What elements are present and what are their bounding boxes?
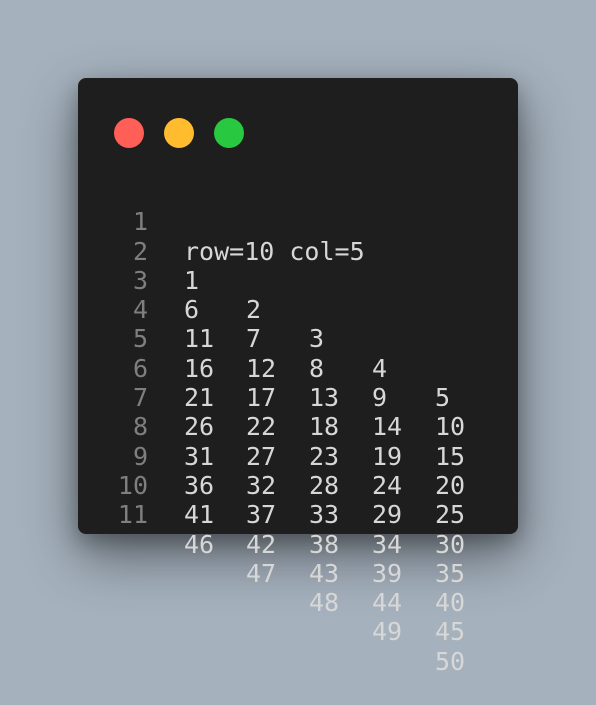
table-cell: 34 — [372, 529, 403, 559]
table-cell: 37 — [246, 500, 277, 530]
table-cell: 42 — [246, 529, 277, 559]
code-window: 1 row=10 col=5 2 1 2 3 4 5 3 6 7 8 9 10 … — [78, 78, 518, 676]
minimize-button[interactable] — [164, 118, 194, 148]
code-line: 6 21 22 23 24 25 — [78, 324, 518, 529]
code-line: 2 1 2 3 4 5 — [78, 207, 518, 412]
table-cell: 45 — [435, 617, 466, 647]
line-number: 11 — [117, 500, 148, 530]
table-cell: 25 — [435, 500, 466, 530]
code-line: 3 6 7 8 9 10 — [78, 237, 518, 441]
close-button[interactable] — [114, 118, 144, 148]
code-line: 5 16 17 18 19 20 — [78, 295, 518, 499]
table-cell: 41 — [184, 500, 215, 530]
code-line: 10 41 42 43 44 45 — [78, 442, 518, 646]
table-cell: 40 — [435, 588, 466, 618]
table-cell: 47 — [246, 558, 277, 588]
code-line: 7 26 27 28 29 30 — [78, 354, 518, 558]
code-line: 4 11 12 13 14 15 — [78, 266, 518, 470]
code-line: 11 46 47 48 49 50 — [78, 471, 518, 675]
table-cell: 30 — [435, 529, 466, 559]
table-cell: 46 — [184, 529, 215, 559]
table-cell: 43 — [309, 558, 340, 588]
table-cell: 33 — [309, 500, 340, 530]
code-area: 1 row=10 col=5 2 1 2 3 4 5 3 6 7 8 9 10 … — [78, 178, 518, 675]
table-cell: 44 — [372, 588, 403, 618]
table-cell: 38 — [309, 529, 340, 559]
code-line: 1 row=10 col=5 — [78, 178, 518, 265]
table-cell: 49 — [372, 617, 403, 647]
maximize-button[interactable] — [214, 118, 244, 148]
table-cell: 50 — [435, 646, 466, 676]
table-cell: 39 — [372, 558, 403, 588]
code-line: 8 31 32 33 34 35 — [78, 383, 518, 587]
table-cell: 35 — [435, 558, 466, 588]
table-cell: 48 — [309, 588, 340, 618]
code-line: 9 36 37 38 39 40 — [78, 412, 518, 617]
table-cell: 29 — [372, 500, 403, 530]
